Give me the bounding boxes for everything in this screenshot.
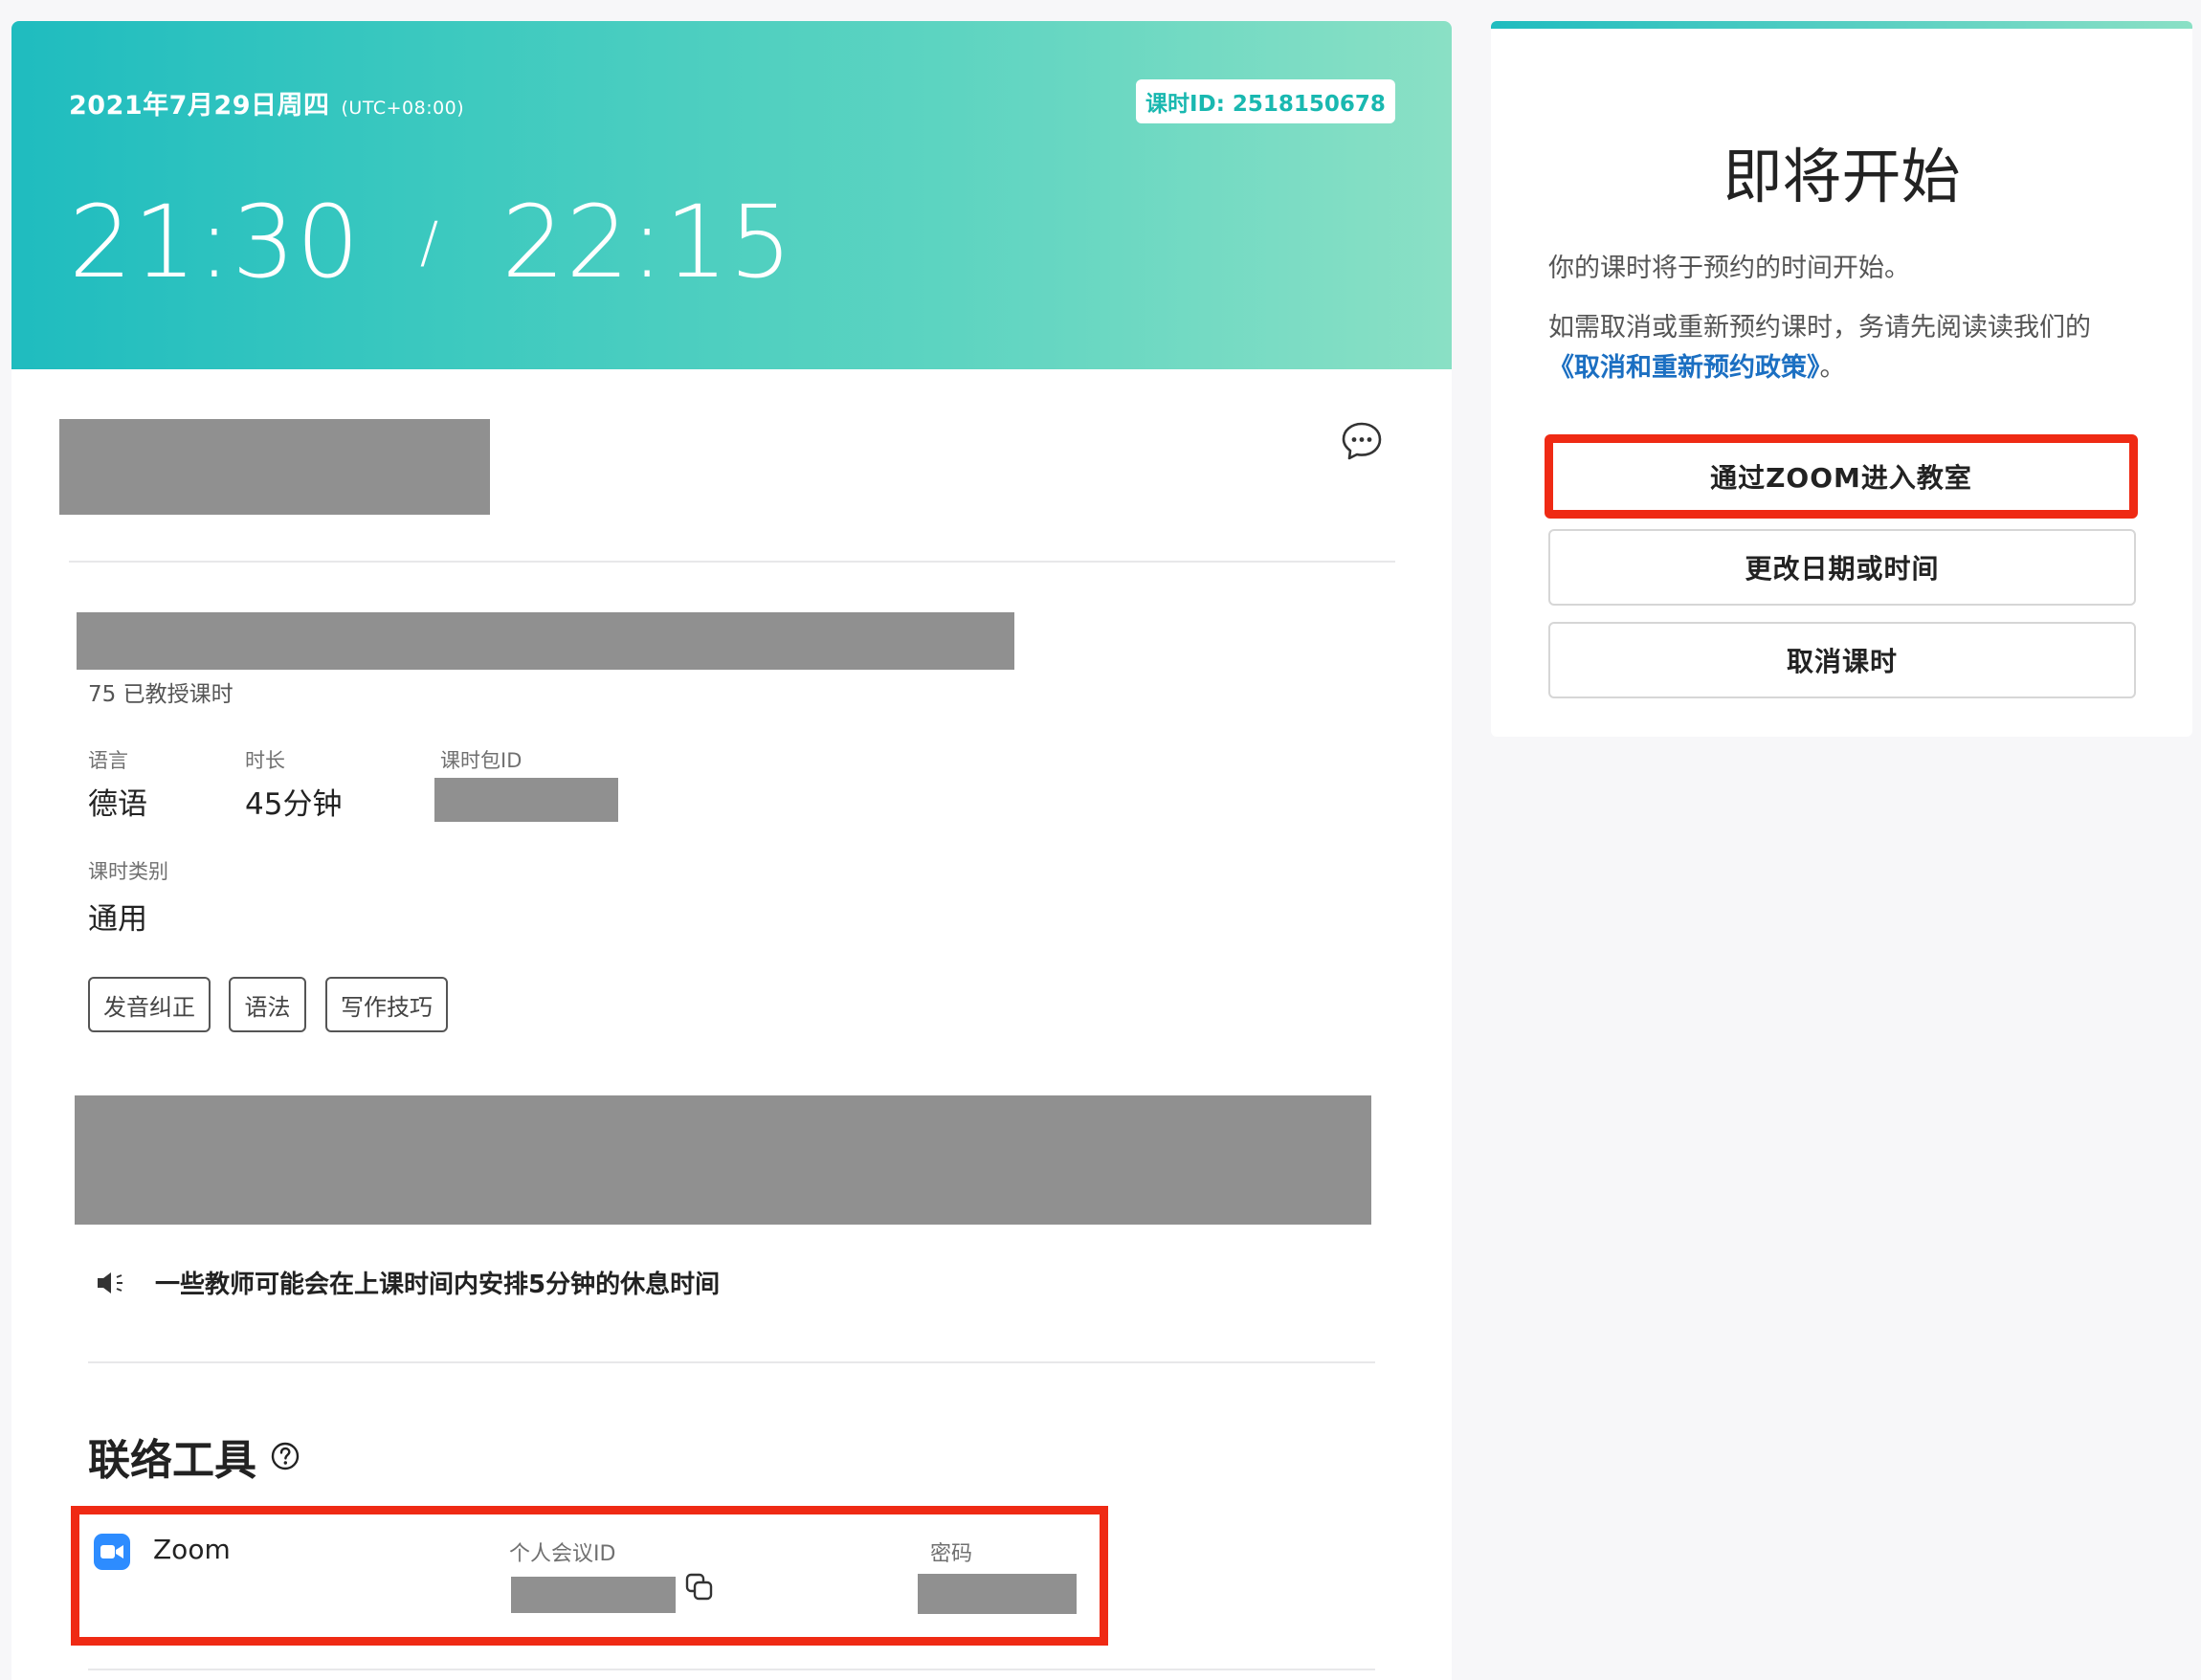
redacted-teacher-info — [59, 419, 490, 515]
cancel-info: 如需取消或重新预约课时，务请先阅读读我们的 — [1548, 313, 2091, 343]
lesson-header: 2021年7月29日周四 (UTC+08:00) 课时ID: 2518150678… — [11, 21, 1452, 369]
redacted-course-title — [77, 612, 1014, 670]
divider — [88, 1361, 1375, 1363]
category-value: 通用 — [88, 902, 147, 937]
schedule-info: 你的课时将于预约的时间开始。 — [1548, 254, 1910, 283]
redacted-package-id — [434, 778, 618, 822]
upcoming-panel: 即将开始 你的课时将于预约的时间开始。 如需取消或重新预约课时，务请先阅读读我们… — [1491, 21, 2192, 737]
policy-suffix: 。 — [1819, 353, 1846, 383]
tag-grammar: 语法 — [229, 977, 306, 1032]
language-value: 德语 — [88, 787, 147, 822]
policy-link[interactable]: 《取消和重新预约政策》 — [1548, 353, 1820, 383]
lesson-timezone: (UTC+08:00) — [341, 98, 465, 119]
taught-count: 75 已教授课时 — [88, 682, 233, 707]
start-time: 21:30 — [69, 184, 361, 300]
upcoming-heading: 即将开始 — [1723, 142, 1961, 211]
panel-accent-bar — [1491, 21, 2192, 29]
duration-value: 45分钟 — [245, 787, 343, 822]
speaker-icon — [98, 1271, 122, 1293]
category-label: 课时类别 — [88, 860, 168, 883]
contact-tools-title: 联络工具 — [88, 1436, 256, 1485]
chat-icon[interactable] — [1340, 419, 1384, 463]
zoom-logo-icon — [94, 1534, 130, 1570]
password-label: 密码 — [930, 1542, 973, 1566]
divider — [69, 561, 1395, 563]
break-notice: 一些教师可能会在上课时间内安排5分钟的休息时间 — [96, 1265, 720, 1300]
tag-pronunciation: 发音纠正 — [88, 977, 211, 1032]
time-separator: / — [419, 210, 440, 275]
package-id-label: 课时包ID — [440, 749, 522, 772]
divider — [88, 1669, 1375, 1670]
redacted-meeting-id — [511, 1577, 676, 1613]
contact-tools-section: 联络工具 — [88, 1426, 300, 1487]
lesson-date-text: 2021年7月29日周四 — [69, 91, 330, 121]
tag-writing: 写作技巧 — [325, 977, 448, 1032]
enter-zoom-classroom-button[interactable]: 通过ZOOM进入教室 — [1545, 434, 2138, 519]
lesson-id-badge: 课时ID: 2518150678 — [1136, 79, 1395, 123]
end-time: 22:15 — [501, 184, 793, 300]
reschedule-button[interactable]: 更改日期或时间 — [1548, 529, 2136, 606]
duration-label: 时长 — [245, 749, 285, 772]
meeting-id-label: 个人会议ID — [509, 1542, 616, 1566]
break-notice-text: 一些教师可能会在上课时间内安排5分钟的休息时间 — [155, 1271, 721, 1299]
cancel-lesson-button[interactable]: 取消课时 — [1548, 622, 2136, 698]
lesson-time-range: 21:30 / 22:15 — [69, 184, 793, 300]
copy-icon[interactable] — [684, 1572, 715, 1603]
redacted-password — [918, 1574, 1077, 1614]
policy-line: 《取消和重新预约政策》。 — [1548, 346, 1846, 384]
redacted-description — [75, 1095, 1371, 1225]
help-icon[interactable] — [270, 1441, 300, 1471]
zoom-tool-name: Zoom — [153, 1534, 231, 1565]
language-label: 语言 — [88, 749, 128, 772]
lesson-date: 2021年7月29日周四 (UTC+08:00) — [69, 84, 464, 122]
